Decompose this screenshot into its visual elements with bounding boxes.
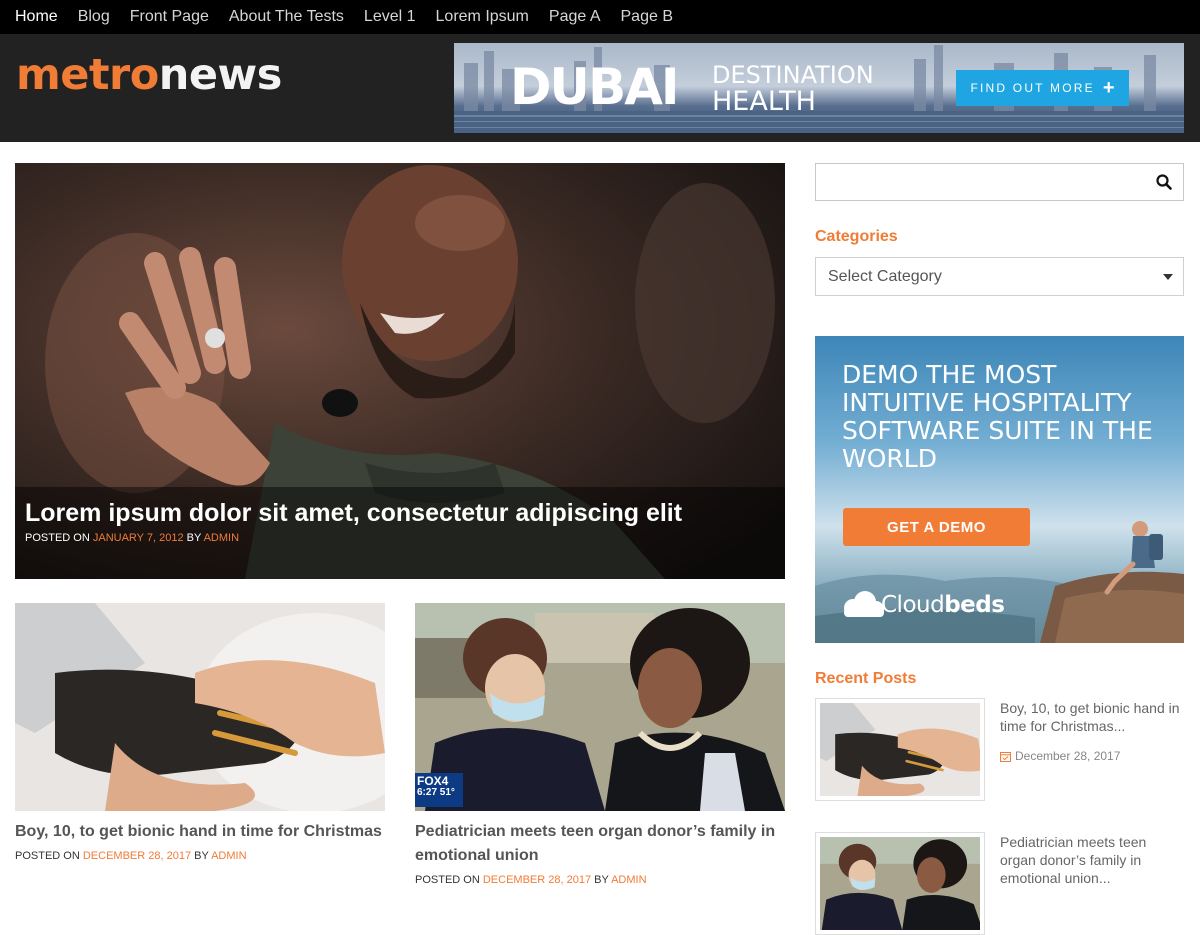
- search-button[interactable]: [1145, 164, 1183, 200]
- plus-icon: +: [1102, 76, 1115, 99]
- category-select[interactable]: Select Category: [815, 257, 1184, 296]
- recent-post-thumbnail[interactable]: [815, 832, 985, 935]
- sidebar-ad[interactable]: DEMO THE MOST INTUITIVE HOSPITALITY SOFT…: [815, 336, 1184, 643]
- tv-time: 6:27: [417, 787, 438, 798]
- post-meta: POSTED ON DECEMBER 28, 2017 BY ADMIN: [415, 874, 785, 886]
- posted-on-label: POSTED ON: [25, 532, 90, 544]
- get-a-demo-button[interactable]: GET A DEMO: [843, 508, 1030, 546]
- recent-post-date-text: December 28, 2017: [1015, 749, 1121, 763]
- recent-post-title[interactable]: Boy, 10, to get bionic hand in time for …: [1000, 699, 1184, 735]
- author-link[interactable]: ADMIN: [211, 850, 246, 862]
- tv-logo: FOX4: [417, 774, 449, 788]
- tv-station-bug: FOX4 6:27 51°: [415, 773, 463, 807]
- bionic-hand-image: [15, 603, 385, 811]
- post-title[interactable]: Boy, 10, to get bionic hand in time for …: [15, 820, 385, 844]
- banner-subline-2: HEALTH: [712, 86, 816, 117]
- by-label: BY: [186, 532, 202, 544]
- nav-about-the-tests[interactable]: About The Tests: [229, 8, 344, 26]
- post-date-link[interactable]: DECEMBER 28, 2017: [83, 850, 191, 862]
- nav-blog[interactable]: Blog: [78, 8, 110, 26]
- post-thumbnail[interactable]: [15, 603, 385, 811]
- posted-on-label: POSTED ON: [415, 874, 480, 886]
- post-meta: POSTED ON DECEMBER 28, 2017 BY ADMIN: [15, 850, 385, 862]
- recent-post-title[interactable]: Pediatrician meets teen organ donor’s fa…: [1000, 833, 1184, 887]
- bionic-hand-image: [820, 703, 980, 796]
- by-label: BY: [194, 850, 209, 862]
- organ-donor-image: [820, 837, 980, 930]
- by-label: BY: [594, 874, 609, 886]
- find-out-more-button[interactable]: FIND OUT MORE +: [956, 70, 1129, 106]
- search-icon: [1156, 174, 1172, 190]
- post-card: FOX4 6:27 51° Pediatrician meets teen or…: [415, 603, 785, 886]
- dropdown-caret-icon: [1163, 274, 1173, 280]
- search-input[interactable]: [816, 164, 1146, 200]
- post-title[interactable]: Pediatrician meets teen organ donor’s fa…: [415, 820, 785, 868]
- site-header: metronews DUBAI DESTINATION HEALTH FIND …: [0, 34, 1200, 142]
- category-select-value: Select Category: [828, 267, 942, 285]
- recent-post-thumbnail[interactable]: [815, 698, 985, 801]
- nav-lorem-ipsum[interactable]: Lorem Ipsum: [436, 8, 529, 26]
- featured-post-caption: Lorem ipsum dolor sit amet, consectetur …: [15, 487, 785, 579]
- ad-brand-bold: beds: [944, 592, 1005, 618]
- organ-donor-image: [415, 603, 785, 811]
- nav-page-b[interactable]: Page B: [621, 8, 673, 26]
- featured-post[interactable]: Lorem ipsum dolor sit amet, consectetur …: [15, 163, 785, 579]
- tv-temp: 51°: [439, 787, 455, 798]
- search-form: [815, 163, 1184, 201]
- top-navigation: Home Blog Front Page About The Tests Lev…: [0, 0, 1200, 34]
- logo-part-news: news: [158, 50, 283, 100]
- post-thumbnail[interactable]: FOX4 6:27 51°: [415, 603, 785, 811]
- post-date-link[interactable]: DECEMBER 28, 2017: [483, 874, 591, 886]
- post-date-link[interactable]: JANUARY 7, 2012: [93, 532, 184, 544]
- posted-on-label: POSTED ON: [15, 850, 80, 862]
- post-card: Boy, 10, to get bionic hand in time for …: [15, 603, 385, 862]
- nav-page-a[interactable]: Page A: [549, 8, 601, 26]
- recent-post-date: December 28, 2017: [1000, 749, 1120, 763]
- recent-posts-widget-title: Recent Posts: [815, 670, 917, 687]
- banner-subline-1: DESTINATION: [712, 61, 874, 89]
- nav-home[interactable]: Home: [15, 8, 58, 26]
- site-logo[interactable]: metronews: [16, 50, 282, 100]
- calendar-check-icon: [1000, 751, 1011, 762]
- author-link[interactable]: ADMIN: [204, 532, 239, 544]
- ad-brand-logo: Cloudbeds: [881, 592, 1005, 618]
- tv-time-temp: 6:27 51°: [417, 787, 461, 798]
- logo-part-metro: metro: [16, 50, 159, 100]
- nav-level-1[interactable]: Level 1: [364, 8, 416, 26]
- ad-headline: DEMO THE MOST INTUITIVE HOSPITALITY SOFT…: [842, 360, 1153, 473]
- featured-post-meta: POSTED ON JANUARY 7, 2012 BY ADMIN: [25, 532, 775, 544]
- ad-brand-light: Cloud: [881, 592, 945, 618]
- author-link[interactable]: ADMIN: [611, 874, 646, 886]
- nav-front-page[interactable]: Front Page: [130, 8, 209, 26]
- categories-widget-title: Categories: [815, 228, 898, 245]
- banner-headline: DUBAI: [510, 58, 680, 116]
- header-banner-ad[interactable]: DUBAI DESTINATION HEALTH FIND OUT MORE +: [454, 43, 1184, 133]
- find-out-more-label: FIND OUT MORE: [970, 81, 1095, 95]
- featured-post-title[interactable]: Lorem ipsum dolor sit amet, consectetur …: [25, 497, 775, 529]
